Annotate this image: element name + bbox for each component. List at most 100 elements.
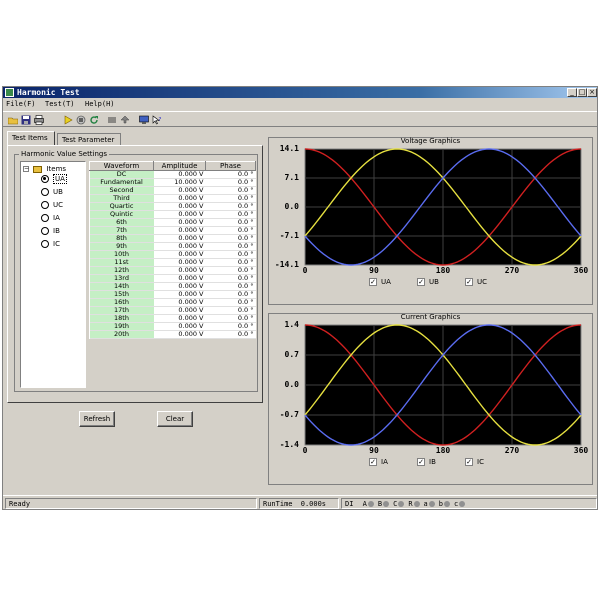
table-row[interactable]: 6th 0.000 V 0.0 °	[89, 218, 256, 227]
phase-cell[interactable]: 0.0 °	[205, 282, 256, 291]
tree-root[interactable]: − Items	[23, 164, 66, 174]
amplitude-cell[interactable]: 0.000 V	[153, 322, 206, 331]
amplitude-cell[interactable]: 0.000 V	[153, 242, 206, 251]
legend-uc-checkbox[interactable]: ✓ UC	[465, 278, 487, 287]
phase-cell[interactable]: 0.0 °	[205, 186, 256, 195]
amplitude-cell[interactable]: 0.000 V	[153, 194, 206, 203]
tab-test-parameter[interactable]: Test Parameter	[57, 133, 121, 145]
table-row[interactable]: Quartic 0.000 V 0.0 °	[89, 202, 256, 211]
amplitude-cell[interactable]: 0.000 V	[153, 314, 206, 323]
table-row[interactable]: Fundamental 10.000 V 0.0 °	[89, 178, 256, 187]
upload-icon[interactable]	[120, 115, 130, 125]
col-phase[interactable]: Phase	[205, 161, 256, 171]
tree-item-ib[interactable]: IB	[41, 226, 60, 237]
phase-cell[interactable]: 0.0 °	[205, 234, 256, 243]
amplitude-cell[interactable]: 0.000 V	[153, 218, 206, 227]
phase-cell[interactable]: 0.0 °	[205, 258, 256, 267]
amplitude-cell[interactable]: 0.000 V	[153, 258, 206, 267]
close-button[interactable]: ×	[587, 88, 597, 97]
table-row[interactable]: 13rd 0.000 V 0.0 °	[89, 274, 256, 283]
help-cursor-icon[interactable]: ?	[152, 115, 162, 125]
table-row[interactable]: Quintic 0.000 V 0.0 °	[89, 210, 256, 219]
refresh-button[interactable]: Refresh	[79, 411, 115, 427]
phase-cell[interactable]: 0.0 °	[205, 306, 256, 315]
open-icon[interactable]	[8, 115, 18, 125]
phase-cell[interactable]: 0.0 °	[205, 226, 256, 235]
reset-icon[interactable]	[89, 115, 99, 125]
phase-cell[interactable]: 0.0 °	[205, 194, 256, 203]
tree-item-uc[interactable]: UC	[41, 200, 63, 211]
table-row[interactable]: 7th 0.000 V 0.0 °	[89, 226, 256, 235]
table-row[interactable]: 14th 0.000 V 0.0 °	[89, 282, 256, 291]
table-row[interactable]: Second 0.000 V 0.0 °	[89, 186, 256, 195]
phase-cell[interactable]: 0.0 °	[205, 322, 256, 331]
amplitude-cell[interactable]: 0.000 V	[153, 186, 206, 195]
amplitude-cell[interactable]: 0.000 V	[153, 290, 206, 299]
maximize-button[interactable]: □	[577, 88, 587, 97]
table-row[interactable]: 15th 0.000 V 0.0 °	[89, 290, 256, 299]
amplitude-cell[interactable]: 10.000 V	[153, 178, 206, 187]
filter-icon[interactable]	[107, 115, 117, 125]
menu-test[interactable]: Test(T)	[45, 99, 75, 110]
table-row[interactable]: 16th 0.000 V 0.0 °	[89, 298, 256, 307]
amplitude-cell[interactable]: 0.000 V	[153, 202, 206, 211]
amplitude-cell[interactable]: 0.000 V	[153, 266, 206, 275]
phase-cell[interactable]: 0.0 °	[205, 266, 256, 275]
stop-icon[interactable]	[76, 115, 86, 125]
col-amplitude[interactable]: Amplitude	[153, 161, 206, 171]
table-row[interactable]: 12th 0.000 V 0.0 °	[89, 266, 256, 275]
minimize-button[interactable]: _	[567, 88, 577, 97]
phase-cell[interactable]: 0.0 °	[205, 314, 256, 323]
amplitude-cell[interactable]: 0.000 V	[153, 282, 206, 291]
legend-ub-checkbox[interactable]: ✓ UB	[417, 278, 439, 287]
legend-ib-checkbox[interactable]: ✓ IB	[417, 458, 436, 467]
phase-cell[interactable]: 0.0 °	[205, 298, 256, 307]
phase-cell[interactable]: 0.0 °	[205, 274, 256, 283]
table-row[interactable]: 17th 0.000 V 0.0 °	[89, 306, 256, 315]
tree-item-ic[interactable]: IC	[41, 239, 60, 250]
legend-ia-checkbox[interactable]: ✓ IA	[369, 458, 388, 467]
phase-cell[interactable]: 0.0 °	[205, 330, 256, 339]
print-icon[interactable]	[34, 115, 44, 125]
menu-help[interactable]: Help(H)	[85, 99, 115, 110]
amplitude-cell[interactable]: 0.000 V	[153, 306, 206, 315]
menu-file[interactable]: File(F)	[6, 99, 36, 110]
amplitude-cell[interactable]: 0.000 V	[153, 226, 206, 235]
phase-cell[interactable]: 0.0 °	[205, 218, 256, 227]
play-icon[interactable]	[63, 115, 73, 125]
tab-test-items[interactable]: Test Items	[7, 131, 55, 145]
clear-button[interactable]: Clear	[157, 411, 193, 427]
col-waveform[interactable]: Waveform	[89, 161, 154, 171]
save-icon[interactable]	[21, 115, 31, 125]
table-row[interactable]: 8th 0.000 V 0.0 °	[89, 234, 256, 243]
legend-ua-checkbox[interactable]: ✓ UA	[369, 278, 391, 287]
phase-cell[interactable]: 0.0 °	[205, 242, 256, 251]
legend-ic-checkbox[interactable]: ✓ IC	[465, 458, 484, 467]
amplitude-cell[interactable]: 0.000 V	[153, 330, 206, 339]
amplitude-cell[interactable]: 0.000 V	[153, 234, 206, 243]
amplitude-cell[interactable]: 0.000 V	[153, 210, 206, 219]
phase-cell[interactable]: 0.0 °	[205, 202, 256, 211]
table-row[interactable]: 18th 0.000 V 0.0 °	[89, 314, 256, 323]
phase-cell[interactable]: 0.0 °	[205, 290, 256, 299]
phase-cell[interactable]: 0.0 °	[205, 178, 256, 187]
table-row[interactable]: 9th 0.000 V 0.0 °	[89, 242, 256, 251]
collapse-icon[interactable]: −	[23, 166, 29, 172]
amplitude-cell[interactable]: 0.000 V	[153, 170, 206, 179]
phase-cell[interactable]: 0.0 °	[205, 210, 256, 219]
monitor-icon[interactable]	[139, 115, 149, 125]
amplitude-cell[interactable]: 0.000 V	[153, 274, 206, 283]
table-row[interactable]: 10th 0.000 V 0.0 °	[89, 250, 256, 259]
tree-item-ia[interactable]: IA	[41, 213, 60, 224]
amplitude-cell[interactable]: 0.000 V	[153, 250, 206, 259]
table-row[interactable]: 19th 0.000 V 0.0 °	[89, 322, 256, 331]
table-row[interactable]: 20th 0.000 V 0.0 °	[89, 330, 256, 339]
phase-cell[interactable]: 0.0 °	[205, 250, 256, 259]
phase-cell[interactable]: 0.0 °	[205, 170, 256, 179]
amplitude-cell[interactable]: 0.000 V	[153, 298, 206, 307]
tree-item-ub[interactable]: UB	[41, 187, 63, 198]
table-row[interactable]: Third 0.000 V 0.0 °	[89, 194, 256, 203]
table-row[interactable]: DC 0.000 V 0.0 °	[89, 170, 256, 179]
table-row[interactable]: 11st 0.000 V 0.0 °	[89, 258, 256, 267]
tree-item-ua[interactable]: UA	[41, 174, 67, 185]
